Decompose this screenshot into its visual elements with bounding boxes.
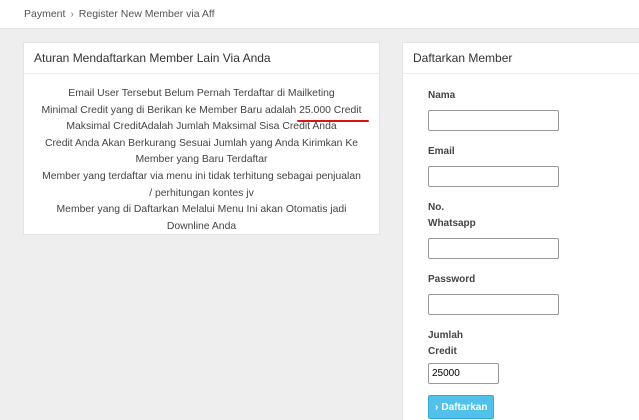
rules-list: Email User Tersebut Belum Pernah Terdaft… (24, 74, 379, 235)
chevron-right-icon: › (435, 401, 439, 413)
rule-line: Downline Anda (166, 220, 237, 232)
rule-line: Member yang Baru Terdaftar (135, 154, 268, 166)
register-form: Nama Email No. Whatsapp Password Jumlah … (403, 74, 639, 419)
submit-register-button[interactable]: › Daftarkan (428, 395, 495, 419)
rules-card-title: Aturan Mendaftarkan Member Lain Via Anda (24, 43, 379, 74)
whatsapp-input[interactable] (428, 238, 559, 259)
rule-line: Member yang terdaftar via menu ini tidak… (42, 170, 361, 182)
register-member-card: Daftarkan Member Nama Email No. Whatsapp… (402, 42, 639, 420)
min-credit-highlight: 25.000 Credit (297, 103, 370, 122)
breadcrumb-payment-link[interactable]: Payment (24, 8, 65, 20)
rule-line: Credit Anda Akan Berkurang Sesuai Jumlah… (44, 137, 359, 149)
email-label: Email (428, 146, 455, 157)
credit-amount-input[interactable] (428, 363, 499, 384)
password-label: Password (428, 274, 476, 285)
whatsapp-label: No. (428, 202, 445, 213)
rules-card: Aturan Mendaftarkan Member Lain Via Anda… (23, 42, 380, 235)
rule-line: Minimal Credit yang di Berikan ke Member… (24, 103, 379, 122)
breadcrumb-current: Register New Member via Aff (78, 8, 215, 20)
breadcrumb: Payment › Register New Member via Aff (0, 0, 639, 29)
name-label: Nama (428, 90, 456, 101)
rule-line: / perhitungan kontes jv (149, 187, 254, 199)
rule-line: Email User Tersebut Belum Pernah Terdaft… (68, 88, 335, 99)
rule-line: Member yang di Daftarkan Melalui Menu In… (56, 204, 347, 216)
rule-line-text: Minimal Credit yang di Berikan ke Member… (41, 104, 300, 116)
credit-label-line2: Credit (428, 346, 457, 357)
password-input[interactable] (428, 294, 559, 315)
breadcrumb-separator: › (70, 8, 74, 20)
name-input[interactable] (428, 110, 559, 131)
whatsapp-label-line2: Whatsapp (428, 218, 476, 229)
register-card-title: Daftarkan Member (403, 43, 639, 74)
submit-button-label: Daftarkan (441, 401, 488, 413)
credit-label: Jumlah (428, 330, 464, 341)
email-input[interactable] (428, 166, 559, 187)
